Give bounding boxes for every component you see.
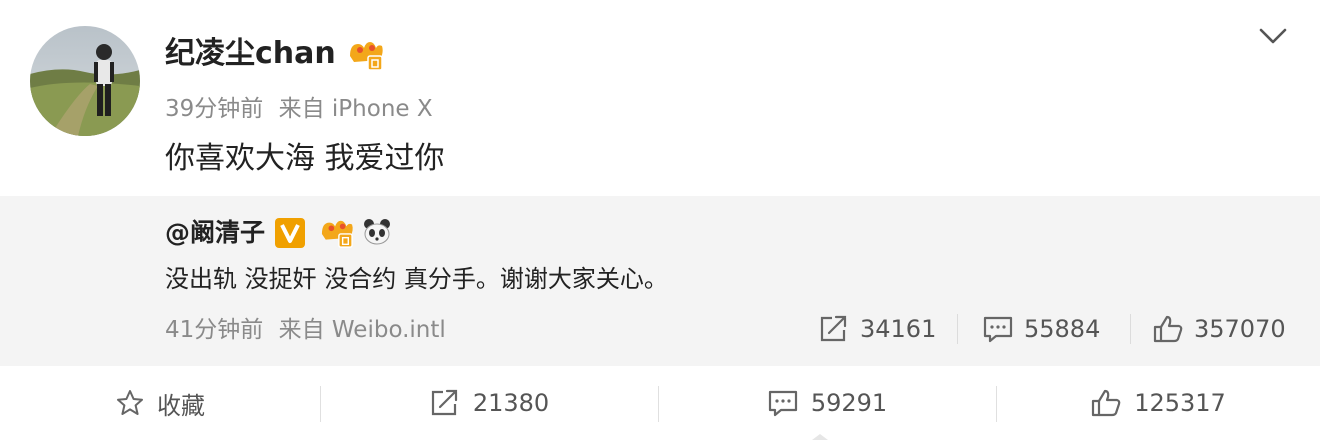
- repost-comment-button[interactable]: 55884: [982, 312, 1100, 346]
- comment-button[interactable]: 59291: [658, 366, 996, 440]
- repost-source: 来自 Weibo.intl: [278, 317, 446, 343]
- crown-badge-icon: [350, 42, 383, 71]
- repost-like-count: 357070: [1194, 315, 1286, 343]
- forward-button[interactable]: 21380: [320, 366, 658, 440]
- comment-icon: [768, 390, 797, 417]
- forward-count: 21380: [472, 389, 550, 417]
- like-count: 125317: [1134, 389, 1226, 417]
- thumbs-up-icon: [1153, 315, 1183, 343]
- divider: [957, 314, 958, 344]
- thumbs-up-icon: [1092, 389, 1121, 417]
- divider: [1130, 314, 1131, 344]
- user-avatar[interactable]: [30, 26, 140, 136]
- repost-forward-count: 34161: [860, 315, 937, 343]
- chevron-down-icon[interactable]: [1256, 24, 1290, 48]
- repost-box[interactable]: @阚清子 没出轨 没捉奸 没合约 真分手。谢谢大家关心。 41分钟前 来自 We…: [0, 196, 1320, 366]
- panda-icon: [364, 219, 390, 245]
- comment-count: 59291: [810, 389, 888, 417]
- repost-username[interactable]: @阚清子: [165, 216, 265, 250]
- weibo-post: 纪凌尘chan 39分钟前 来自 iPhone X 你喜欢大海 我爱过你 @阚清…: [0, 0, 1320, 440]
- favorite-button[interactable]: 收藏: [0, 366, 320, 440]
- share-icon: [431, 389, 457, 416]
- post-username[interactable]: 纪凌尘chan: [165, 34, 336, 74]
- repost-like-button[interactable]: 357070: [1152, 312, 1286, 346]
- post-time[interactable]: 39分钟前: [165, 96, 263, 122]
- favorite-label: 收藏: [157, 391, 205, 420]
- repost-meta: 41分钟前 来自 Weibo.intl: [165, 314, 446, 346]
- post-text: 你喜欢大海 我爱过你: [165, 141, 445, 176]
- repost-time[interactable]: 41分钟前: [165, 317, 263, 343]
- comment-icon: [983, 316, 1013, 343]
- crown-badge-icon: [321, 220, 353, 248]
- repost-comment-count: 55884: [1024, 315, 1101, 343]
- like-button[interactable]: 125317: [996, 366, 1320, 440]
- repost-forward-button[interactable]: 34161: [818, 312, 936, 346]
- repost-text: 没出轨 没捉奸 没合约 真分手。谢谢大家关心。: [165, 265, 668, 293]
- post-source: 来自 iPhone X: [278, 96, 433, 122]
- verified-v-icon: [275, 218, 305, 248]
- share-icon: [820, 315, 847, 342]
- star-icon: [117, 390, 143, 415]
- action-bar: 收藏 21380 59291 125317: [0, 366, 1320, 440]
- comment-pointer: [812, 434, 828, 440]
- post-meta: 39分钟前 来自 iPhone X: [165, 94, 433, 124]
